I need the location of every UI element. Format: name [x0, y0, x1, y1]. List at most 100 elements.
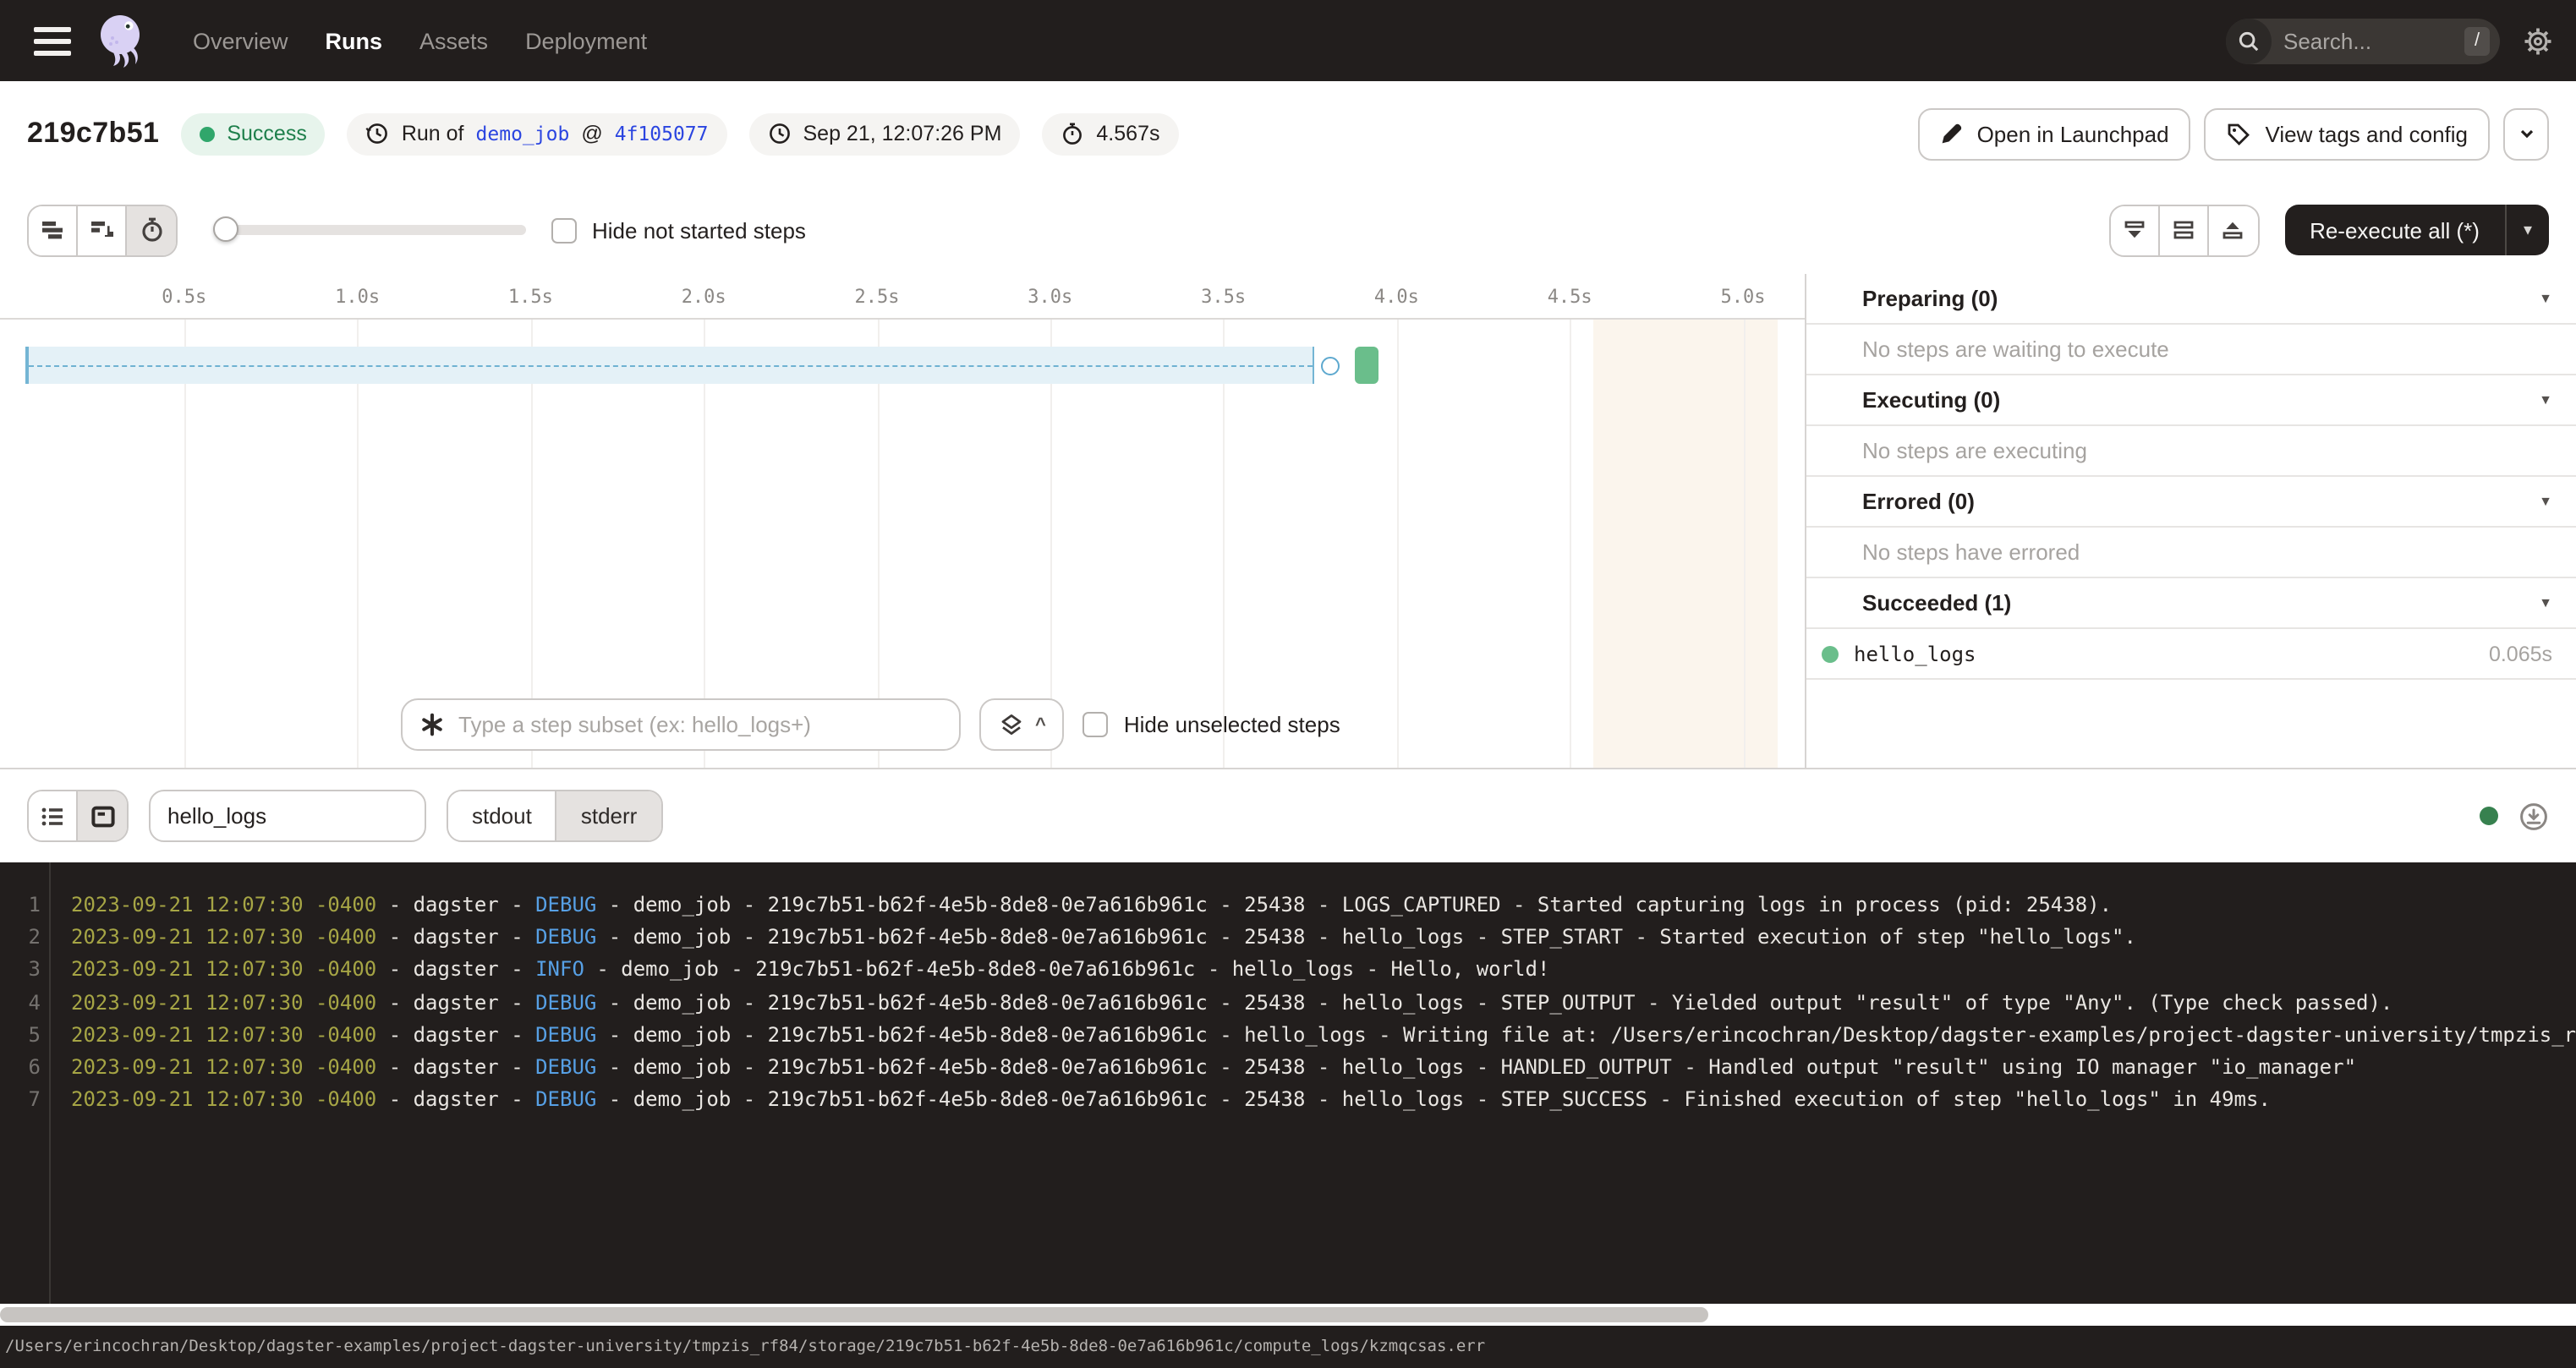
open-in-launchpad-button[interactable]: Open in Launchpad	[1918, 107, 2191, 160]
log-line-content: 2023-09-21 12:07:30 -0400 - dagster - DE…	[41, 922, 2136, 954]
panel-section-header[interactable]: Executing (0)▼	[1806, 375, 2576, 426]
workspace: 0.5s1.0s1.5s2.0s2.5s3.0s3.5s4.0s4.5s5.0s…	[0, 274, 2576, 769]
search-input[interactable]: Search... /	[2226, 18, 2500, 63]
menu-icon[interactable]	[24, 12, 81, 69]
log-pane[interactable]: 12023-09-21 12:07:30 -0400 - dagster - D…	[0, 862, 2576, 1304]
step-bar-hello_logs[interactable]	[1355, 347, 1379, 384]
panel-empty-row: No steps have errored	[1806, 528, 2576, 578]
at-separator: @	[581, 122, 602, 145]
run-end-shade	[1593, 320, 1778, 768]
run-id-title: 219c7b51	[27, 117, 159, 150]
horizontal-scrollbar[interactable]	[0, 1304, 2576, 1326]
panel-step-row[interactable]: hello_logs 0.065s	[1806, 629, 2576, 680]
checkbox-icon[interactable]	[551, 217, 577, 243]
panel-section-header[interactable]: Preparing (0)▼	[1806, 274, 2576, 325]
clock-icon	[768, 122, 792, 145]
log-message: - demo_job - 219c7b51-b62f-4e5b-8de8-0e7…	[596, 893, 2112, 917]
step-name: hello_logs	[1854, 642, 2474, 665]
stopwatch-view-icon	[138, 216, 165, 244]
view-timed-button[interactable]	[127, 205, 176, 254]
run-of-pill: Run of demo_job @ 4f105077	[348, 112, 727, 155]
flat-view-icon	[39, 216, 66, 244]
tab-stdout[interactable]: stdout	[448, 791, 557, 840]
collapse-triangle-icon: ▼	[2539, 392, 2552, 408]
gridline	[1743, 320, 1745, 768]
reexecute-dropdown-button[interactable]: ▾	[2505, 205, 2549, 255]
log-filter-input[interactable]: hello_logs	[149, 790, 426, 842]
hide-unselected-checkbox[interactable]: Hide unselected steps	[1083, 712, 1340, 737]
log-filter-value: hello_logs	[167, 803, 266, 829]
header-actions: Open in Launchpad View tags and config	[1918, 107, 2549, 160]
more-actions-button[interactable]	[2503, 107, 2549, 160]
gantt-view-mode-group	[27, 204, 178, 256]
hide-not-started-checkbox[interactable]: Hide not started steps	[551, 217, 806, 243]
waterfall-view-icon	[88, 216, 115, 244]
gridline	[1396, 320, 1398, 768]
axis-tick-label: 3.0s	[1028, 286, 1072, 308]
log-separator: - dagster -	[376, 925, 535, 949]
panel-section-title: Succeeded (1)	[1862, 590, 2011, 616]
view-waterfall-button[interactable]	[78, 205, 127, 254]
download-log-button[interactable]	[2518, 801, 2549, 831]
stdout-stderr-tabs: stdoutstderr	[447, 790, 662, 842]
log-separator: - dagster -	[376, 1087, 535, 1111]
log-message: - demo_job - 219c7b51-b62f-4e5b-8de8-0e7…	[584, 958, 1550, 982]
structured-log-view-button[interactable]	[29, 791, 78, 840]
log-message: - demo_job - 219c7b51-b62f-4e5b-8de8-0e7…	[596, 1055, 2356, 1079]
caret-up-icon: ^	[1035, 714, 1046, 735]
nav-item-assets[interactable]: Assets	[403, 18, 505, 63]
expand-top-button[interactable]	[2208, 205, 2257, 254]
op-selector-icon	[419, 712, 445, 737]
checkbox-icon[interactable]	[1083, 712, 1109, 737]
gear-icon[interactable]	[2524, 26, 2552, 55]
log-separator: - dagster -	[376, 893, 535, 917]
panel-section-header[interactable]: Succeeded (1)▼	[1806, 578, 2576, 629]
nav-item-runs[interactable]: Runs	[309, 18, 400, 63]
split-even-button[interactable]	[2159, 205, 2208, 254]
status-badge: Success	[181, 112, 326, 155]
view-flat-button[interactable]	[29, 205, 78, 254]
top-nav: OverviewRunsAssetsDeployment Search... /	[0, 0, 2576, 81]
pencil-icon	[1940, 122, 1964, 145]
gridline	[358, 320, 359, 768]
nav-item-deployment[interactable]: Deployment	[508, 18, 664, 63]
log-lines: 12023-09-21 12:07:30 -0400 - dagster - D…	[0, 889, 2576, 1117]
zoom-slider[interactable]	[216, 225, 526, 235]
axis-tick-label: 5.0s	[1721, 286, 1766, 308]
scrollbar-thumb[interactable]	[0, 1307, 1708, 1322]
success-dot-icon	[200, 126, 215, 141]
timestamp-label: Sep 21, 12:07:26 PM	[803, 122, 1002, 145]
step-subset-row: Type a step subset (ex: hello_logs+) ^ H…	[401, 698, 1340, 751]
tag-icon	[2227, 121, 2252, 146]
duration-label: 4.567s	[1096, 122, 1159, 145]
log-message: - demo_job - 219c7b51-b62f-4e5b-8de8-0e7…	[596, 1023, 2576, 1047]
job-link[interactable]: demo_job	[476, 122, 570, 145]
gridline	[184, 320, 186, 768]
graph-query-toggle-button[interactable]: ^	[979, 698, 1065, 751]
tab-stderr[interactable]: stderr	[557, 791, 660, 840]
console-icon	[89, 802, 116, 829]
download-icon	[2518, 801, 2549, 831]
collapse-triangle-icon: ▼	[2539, 291, 2552, 306]
panel-section-header[interactable]: Errored (0)▼	[1806, 477, 2576, 528]
dagster-logo-icon[interactable]	[91, 10, 152, 71]
log-file-path: /Users/erincochran/Desktop/dagster-examp…	[5, 1338, 1485, 1356]
log-line-content: 2023-09-21 12:07:30 -0400 - dagster - IN…	[41, 955, 1549, 987]
step-subset-input[interactable]: Type a step subset (ex: hello_logs+)	[401, 698, 961, 751]
commit-link[interactable]: 4f105077	[615, 122, 709, 145]
step-duration: 0.065s	[2489, 642, 2552, 665]
nav-item-overview[interactable]: Overview	[176, 18, 305, 63]
zoom-slider-handle[interactable]	[213, 216, 238, 242]
raw-log-view-button[interactable]	[78, 791, 127, 840]
expand-bottom-button[interactable]	[2110, 205, 2159, 254]
gantt-toolbar: Hide not started steps	[0, 186, 2576, 274]
log-line: 32023-09-21 12:07:30 -0400 - dagster - I…	[0, 955, 2576, 987]
reexecute-all-button[interactable]: Re-execute all (*)	[2284, 205, 2505, 255]
reexecute-split-button: Re-execute all (*) ▾	[2284, 205, 2549, 255]
log-line-number-gutter	[0, 862, 51, 1304]
log-line: 62023-09-21 12:07:30 -0400 - dagster - D…	[0, 1052, 2576, 1084]
axis-tick-label: 2.5s	[855, 286, 900, 308]
view-tags-config-button[interactable]: View tags and config	[2205, 107, 2490, 160]
axis-tick-label: 1.5s	[508, 286, 553, 308]
hide-unselected-label: Hide unselected steps	[1124, 712, 1340, 737]
